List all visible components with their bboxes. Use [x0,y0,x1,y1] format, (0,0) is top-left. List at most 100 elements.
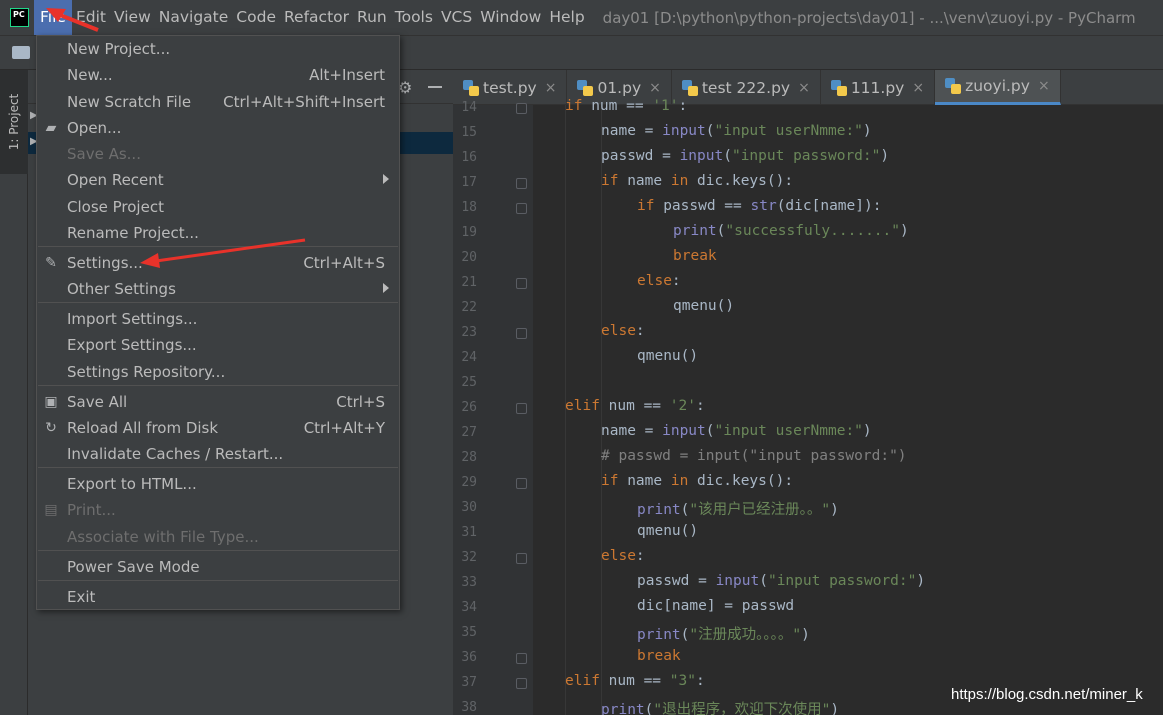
fold-icon[interactable] [516,403,527,414]
file-menu-item-settings-repository[interactable]: Settings Repository... [37,359,399,385]
window-title: day01 [D:\python\python-projects\day01] … [602,8,1136,27]
menu-run[interactable]: Run [353,0,391,35]
file-menu-item-new[interactable]: New... Alt+Insert [37,62,399,88]
fold-icon[interactable] [516,103,527,114]
code-line[interactable]: else: [601,323,645,339]
line-number: 18 [461,200,477,215]
code-line[interactable]: break [673,248,717,264]
menu-navigate[interactable]: Navigate [155,0,233,35]
tab-111-py[interactable]: 111.py × [821,70,936,105]
file-menu-item-power-save-mode[interactable]: Power Save Mode [37,554,399,580]
line-number: 30 [461,500,477,515]
code-line[interactable]: print("successfuly.......") [673,223,909,239]
watermark: https://blog.csdn.net/miner_k [951,686,1143,703]
code-line[interactable]: print("退出程序，欢迎下次使用") [601,698,839,715]
menu-edit[interactable]: Edit [72,0,110,35]
menu-item-label: Import Settings... [67,310,198,328]
line-number: 23 [461,325,477,340]
project-tool-tab[interactable]: 1: Project [0,70,28,174]
file-menu-item-exit[interactable]: Exit [37,584,399,610]
line-number: 35 [461,625,477,640]
code-line[interactable]: print("该用户已经注册。。") [637,498,839,519]
menu-file[interactable]: File [34,0,72,35]
file-menu-item-save-all[interactable]: ▣ Save All Ctrl+S [37,389,399,415]
line-number: 37 [461,675,477,690]
menu-item-label: Close Project [67,198,164,216]
code-line[interactable]: print("注册成功。。。。") [637,623,810,644]
code-line[interactable]: break [637,648,681,664]
code-line[interactable]: name = input("input userNmme:") [601,423,872,439]
code-line[interactable]: elif num == "3": [565,673,705,689]
fold-icon[interactable] [516,278,527,289]
code-line[interactable]: if name in dic.keys(): [601,473,793,489]
code-line[interactable]: else: [601,548,645,564]
file-menu-item-open-recent[interactable]: Open Recent [37,167,399,193]
line-number: 36 [461,650,477,665]
fold-icon[interactable] [516,653,527,664]
code-line[interactable]: passwd = input("input password:") [601,148,889,164]
menu-tools[interactable]: Tools [391,0,437,35]
fold-icon[interactable] [516,178,527,189]
menu-separator [38,580,398,581]
file-menu-item-export-to-html[interactable]: Export to HTML... [37,471,399,497]
code-line[interactable]: name = input("input userNmme:") [601,123,872,139]
file-menu-item-new-project[interactable]: New Project... [37,36,399,62]
fold-icon[interactable] [516,203,527,214]
menu-help[interactable]: Help [545,0,588,35]
fold-icon[interactable] [516,553,527,564]
line-number: 15 [461,125,477,140]
code-line[interactable]: qmenu() [637,348,698,364]
code-line[interactable]: qmenu() [637,523,698,539]
menu-refactor[interactable]: Refactor [280,0,353,35]
code-line[interactable]: if name in dic.keys(): [601,173,793,189]
gear-icon[interactable]: ⚙ [398,78,412,97]
fold-icon[interactable] [516,328,527,339]
code-line[interactable]: elif num == '2': [565,398,705,414]
code-line[interactable]: if passwd == str(dic[name]): [637,198,881,214]
menu-item-label: Reload All from Disk [67,419,219,437]
line-number: 17 [461,175,477,190]
line-number: 38 [461,700,477,715]
file-menu-item-other-settings[interactable]: Other Settings [37,276,399,302]
file-menu-item-rename-project[interactable]: Rename Project... [37,220,399,246]
file-menu-item-import-settings[interactable]: Import Settings... [37,306,399,332]
file-menu-item-export-settings[interactable]: Export Settings... [37,332,399,358]
tab-zuoyi-py[interactable]: zuoyi.py × [935,70,1061,105]
close-icon[interactable]: × [912,80,924,96]
file-menu-item-close-project[interactable]: Close Project [37,194,399,220]
file-menu-item-new-scratch-file[interactable]: New Scratch File Ctrl+Alt+Shift+Insert [37,89,399,115]
menu-item-label: Open Recent [67,171,164,189]
code-line[interactable]: # passwd = input("input password:") [601,448,907,464]
file-menu-item-invalidate-caches-restart[interactable]: Invalidate Caches / Restart... [37,441,399,467]
menu-view[interactable]: View [110,0,155,35]
submenu-arrow-icon [383,283,389,293]
code-line[interactable]: qmenu() [673,298,734,314]
file-menu-dropdown: New Project... New... Alt+Insert New Scratc… [36,35,400,610]
fold-icon[interactable] [516,478,527,489]
menu-window[interactable]: Window [476,0,545,35]
code-line[interactable]: passwd = input("input password:") [637,573,925,589]
menu-item-label: Export to HTML... [67,475,197,493]
file-menu-item-settings[interactable]: ✎ Settings... Ctrl+Alt+S [37,250,399,276]
menu-item-shortcut: Alt+Insert [309,66,385,84]
code-line[interactable]: dic[name] = passwd [637,598,794,614]
file-menu-item-open[interactable]: ▰ Open... [37,115,399,141]
close-icon[interactable]: × [1038,78,1050,94]
menu-code[interactable]: Code [232,0,280,35]
code-line[interactable]: else: [637,273,681,289]
line-number: 28 [461,450,477,465]
close-icon[interactable]: × [798,80,810,96]
file-menu-item-reload-all-from-disk[interactable]: ↻ Reload All from Disk Ctrl+Alt+Y [37,415,399,441]
file-menu-item-print: ▤ Print... [37,497,399,523]
minimize-icon[interactable] [428,86,442,88]
fold-icon[interactable] [516,678,527,689]
folder-icon[interactable] [12,46,30,59]
tab-test-222-py[interactable]: test 222.py × [672,70,821,105]
menu-vcs[interactable]: VCS [437,0,476,35]
close-icon[interactable]: × [545,80,557,96]
line-number: 26 [461,400,477,415]
close-icon[interactable]: × [649,80,661,96]
menu-bar: PC File Edit View Navigate Code Refactor… [0,0,1163,35]
code-line[interactable]: if num == '1': [565,98,687,114]
line-number: 24 [461,350,477,365]
